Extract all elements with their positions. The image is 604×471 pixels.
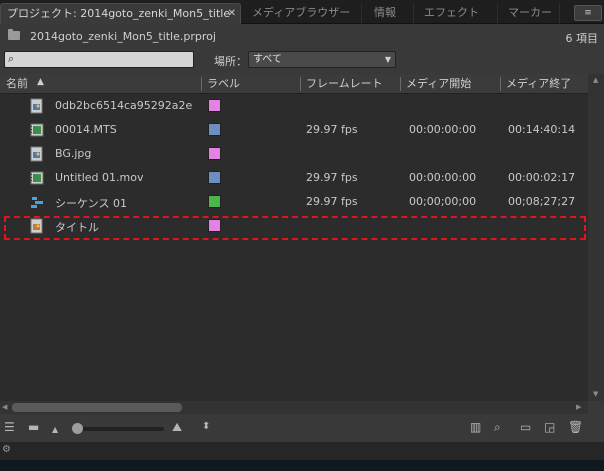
title-file-icon [30, 218, 43, 234]
tab-project[interactable]: プロジェクト: 2014goto_zenki_Mon5_title ✕ [0, 3, 241, 24]
column-media-end[interactable]: メディア終了 [506, 74, 571, 94]
item-name: BG.jpg [55, 147, 92, 160]
scroll-thumb[interactable] [12, 403, 182, 412]
background-strip [0, 460, 604, 471]
table-row[interactable]: Untitled 01.mov 29.97 fps 00:00:00:00 00… [0, 166, 588, 190]
zoom-slider-track[interactable] [78, 427, 164, 431]
item-media-start: 00:00:00:00 [409, 171, 477, 184]
table-row[interactable]: 0db2bc6514ca95292a2e [0, 94, 588, 118]
item-media-end: 00:00:02:17 [508, 171, 576, 184]
item-fps: 29.97 fps [306, 195, 358, 208]
tab-effects[interactable]: エフェクト [418, 3, 498, 24]
status-footer: ⚙ [0, 442, 604, 471]
scroll-left-icon[interactable]: ◀ [2, 403, 7, 411]
table-row[interactable]: タイトル [0, 214, 588, 238]
item-media-end: 00;08;27;27 [508, 195, 576, 208]
item-media-start: 00:00:00:00 [409, 123, 477, 136]
tab-info[interactable]: 情報 [368, 3, 414, 24]
table-row[interactable]: BG.jpg [0, 142, 588, 166]
item-count: 6 項目 [565, 32, 599, 45]
item-name: Untitled 01.mov [55, 171, 144, 184]
list-view-icon[interactable]: ☰ [4, 420, 15, 434]
item-media-end: 00:14:40:14 [508, 123, 576, 136]
label-swatch[interactable] [208, 99, 221, 112]
trash-icon[interactable]: 🗑 [568, 420, 583, 434]
filter-select[interactable]: すべて ▼ [248, 51, 396, 68]
column-media-start[interactable]: メディア開始 [406, 74, 471, 94]
label-swatch[interactable] [208, 123, 221, 136]
settings-icon[interactable]: ⚙ [2, 444, 11, 455]
panel-tab-bar: プロジェクト: 2014goto_zenki_Mon5_title ✕ メディア… [0, 0, 604, 24]
new-bin-icon[interactable]: ▭ [520, 420, 531, 434]
sort-ascending-icon[interactable]: ▲ [37, 77, 44, 87]
panel-menu-button[interactable]: ≡ [574, 5, 602, 21]
item-name: 0db2bc6514ca95292a2e [55, 99, 193, 112]
item-media-start: 00;00;00;00 [409, 195, 477, 208]
column-name[interactable]: 名前 [6, 74, 28, 94]
project-panel: 2014goto_zenki_Mon5_title.prproj 6 項目 ⌕ … [0, 24, 604, 442]
close-icon[interactable]: ✕ [228, 4, 236, 23]
zoom-out-icon[interactable]: ▲ [52, 423, 58, 437]
search-row: ⌕ 場所： すべて ▼ [0, 48, 604, 72]
project-file-name: 2014goto_zenki_Mon5_title.prproj [30, 30, 216, 43]
search-icon: ⌕ [8, 52, 15, 65]
project-item-list: 名前 ▲ ラベル フレームレート メディア開始 メディア終了 0db2bc651… [0, 74, 588, 401]
tab-project-label: プロジェクト: 2014goto_zenki_Mon5_title [7, 7, 231, 20]
item-fps: 29.97 fps [306, 171, 358, 184]
horizontal-scrollbar[interactable]: ◀ ▶ [0, 401, 588, 414]
label-swatch[interactable] [208, 219, 221, 232]
label-swatch[interactable] [208, 195, 221, 208]
zoom-in-icon[interactable]: ⛰ [172, 420, 182, 434]
vertical-scrollbar[interactable]: ▲ ▼ [588, 74, 604, 401]
zoom-slider-knob[interactable] [72, 423, 83, 434]
table-row[interactable]: シーケンス 01 29.97 fps 00;00;00;00 00;08;27;… [0, 190, 588, 214]
column-label[interactable]: ラベル [207, 74, 240, 94]
automate-to-sequence-icon[interactable]: ▥ [470, 420, 481, 434]
item-name: タイトル [55, 221, 99, 234]
menu-icon: ≡ [584, 8, 592, 18]
new-item-icon[interactable]: ◲ [544, 420, 555, 434]
search-box[interactable]: ⌕ [4, 51, 194, 68]
find-icon[interactable]: ⌕ [494, 420, 501, 434]
sort-icon[interactable]: ⬍ [202, 420, 210, 434]
label-swatch[interactable] [208, 147, 221, 160]
item-fps: 29.97 fps [306, 123, 358, 136]
sequence-icon [31, 197, 43, 208]
scroll-right-icon[interactable]: ▶ [576, 403, 581, 411]
project-info-row: 2014goto_zenki_Mon5_title.prproj 6 項目 [0, 24, 604, 48]
image-file-icon [30, 98, 43, 114]
scroll-down-icon[interactable]: ▼ [593, 390, 598, 398]
item-name: 00014.MTS [55, 123, 117, 136]
column-header: 名前 ▲ ラベル フレームレート メディア開始 メディア終了 [0, 74, 588, 94]
label-swatch[interactable] [208, 171, 221, 184]
chevron-down-icon: ▼ [384, 55, 391, 64]
icon-view-icon[interactable]: ▬ [28, 420, 39, 434]
folder-icon [8, 29, 20, 40]
item-name: シーケンス 01 [55, 197, 127, 210]
scroll-up-icon[interactable]: ▲ [593, 76, 598, 84]
column-frame-rate[interactable]: フレームレート [306, 74, 383, 94]
image-file-icon [30, 146, 43, 162]
filter-value: すべて [253, 54, 282, 65]
filter-label: 場所： [214, 55, 247, 68]
bottom-toolbar: ☰ ▬ ▲ ⛰ ⬍ ▥ ⌕ ▭ ◲ 🗑 [0, 414, 604, 442]
search-input[interactable] [21, 53, 191, 66]
table-row[interactable]: 00014.MTS 29.97 fps 00:00:00:00 00:14:40… [0, 118, 588, 142]
video-clip-icon [30, 123, 44, 137]
video-clip-icon [30, 171, 44, 185]
tab-media-browser[interactable]: メディアブラウザー [246, 3, 362, 24]
tab-markers[interactable]: マーカー [502, 3, 560, 24]
